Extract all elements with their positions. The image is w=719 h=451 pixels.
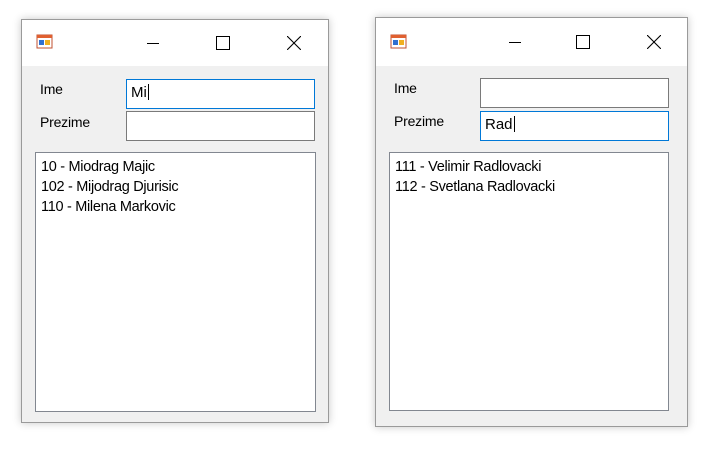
list-item[interactable]: 102 - Mijodrag Djurisic bbox=[41, 177, 315, 197]
maximize-icon bbox=[216, 36, 230, 50]
list-item[interactable]: 10 - Miodrag Majic bbox=[41, 157, 315, 177]
title-bar[interactable] bbox=[22, 20, 328, 66]
ime-label: Ime bbox=[394, 80, 417, 96]
list-item[interactable]: 112 - Svetlana Radlovacki bbox=[395, 177, 668, 197]
maximize-icon bbox=[576, 35, 590, 49]
app-icon bbox=[390, 34, 407, 49]
maximize-button[interactable] bbox=[200, 20, 246, 66]
prezime-input-value: Rad bbox=[485, 116, 513, 133]
ime-label: Ime bbox=[40, 81, 63, 97]
close-button[interactable] bbox=[271, 20, 317, 66]
title-bar[interactable] bbox=[376, 18, 687, 66]
list-item[interactable]: 110 - Milena Markovic bbox=[41, 197, 315, 217]
results-listbox[interactable]: 111 - Velimir Radlovacki 112 - Svetlana … bbox=[389, 152, 669, 411]
ime-input-value: Mi bbox=[131, 84, 147, 101]
ime-input[interactable]: Mi bbox=[126, 79, 315, 109]
minimize-icon bbox=[509, 42, 521, 43]
text-caret bbox=[513, 116, 515, 132]
form-window-1: Ime Mi Prezime 10 - Miodrag Majic 102 - … bbox=[21, 19, 329, 423]
minimize-icon bbox=[147, 43, 159, 44]
prezime-input[interactable] bbox=[126, 111, 315, 141]
prezime-label: Prezime bbox=[394, 113, 444, 129]
app-icon bbox=[36, 34, 53, 49]
close-icon bbox=[647, 35, 661, 49]
form-window-2: Ime Prezime Rad 111 - Velimir Radlovacki… bbox=[375, 17, 688, 427]
text-caret bbox=[147, 84, 149, 100]
minimize-button[interactable] bbox=[492, 18, 538, 66]
results-listbox[interactable]: 10 - Miodrag Majic 102 - Mijodrag Djuris… bbox=[35, 152, 316, 412]
ime-input[interactable] bbox=[480, 78, 669, 108]
maximize-button[interactable] bbox=[560, 18, 606, 66]
prezime-input[interactable]: Rad bbox=[480, 111, 669, 141]
close-button[interactable] bbox=[631, 18, 677, 66]
minimize-button[interactable] bbox=[130, 20, 176, 66]
list-item[interactable]: 111 - Velimir Radlovacki bbox=[395, 157, 668, 177]
prezime-label: Prezime bbox=[40, 114, 90, 130]
close-icon bbox=[287, 36, 301, 50]
